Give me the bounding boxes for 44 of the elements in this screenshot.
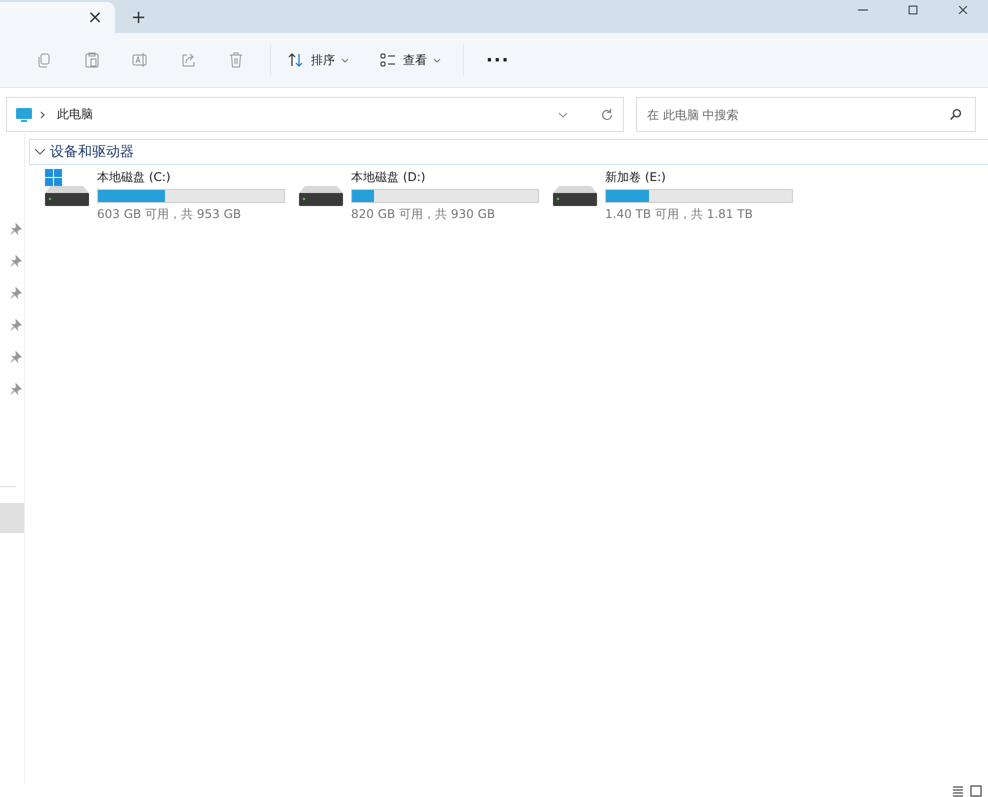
rename-icon [131,51,149,69]
address-bar[interactable]: 此电脑 [6,97,624,132]
breadcrumb-item[interactable]: 此电脑 [53,106,551,123]
drive-tile[interactable]: 本地磁盘 (D:) 820 GB 可用，共 930 GB [299,169,553,223]
drive-space-text: 820 GB 可用，共 930 GB [351,206,496,223]
drive-name: 新加卷 (E:) [605,169,667,186]
clipboard-icon [83,51,101,69]
history-dropdown[interactable] [557,110,569,120]
list-icon [952,785,964,797]
view-button[interactable]: 查看 [371,47,449,73]
sort-button[interactable]: 排序 [279,47,357,73]
trash-icon [227,51,245,69]
close-icon [956,3,970,17]
search-icon [948,107,964,123]
drive-tile[interactable]: 新加卷 (E:) 1.40 TB 可用，共 1.81 TB [553,169,807,223]
hard-drive-icon [553,186,597,206]
chevron-icon [39,110,47,120]
refresh-icon [599,106,615,122]
tiles-view-button[interactable] [970,785,982,797]
drive-space-text: 603 GB 可用，共 953 GB [97,206,242,223]
maximize-icon [906,3,920,17]
caret-icon [341,56,349,64]
windows-logo-icon [45,169,62,186]
caret-icon [433,56,441,64]
refresh-button[interactable] [599,106,615,122]
view-icon [379,51,397,69]
active-tab[interactable]: × [0,2,115,33]
hard-drive-icon [45,186,89,206]
hard-drive-icon [299,186,343,206]
more-button[interactable]: ··· [478,50,518,70]
details-view-button[interactable] [952,785,964,797]
search-field[interactable]: 在 此电脑 中搜索 [636,97,976,132]
minimize-icon [858,9,868,11]
drive-name: 本地磁盘 (D:) [351,169,426,186]
sort-icon [287,51,305,69]
tile-icon [970,785,982,797]
new-tab-button[interactable]: + [131,7,146,28]
drive-name: 本地磁盘 (C:) [97,169,172,186]
close-tab-button[interactable]: × [85,7,105,28]
drive-tile[interactable]: 本地磁盘 (C:) 603 GB 可用，共 953 GB [45,169,299,223]
drive-space-text: 1.40 TB 可用，共 1.81 TB [605,206,754,223]
caret-icon [557,110,569,120]
section-header[interactable]: 设备和驱动器 [29,139,988,165]
monitor-icon [15,106,33,124]
